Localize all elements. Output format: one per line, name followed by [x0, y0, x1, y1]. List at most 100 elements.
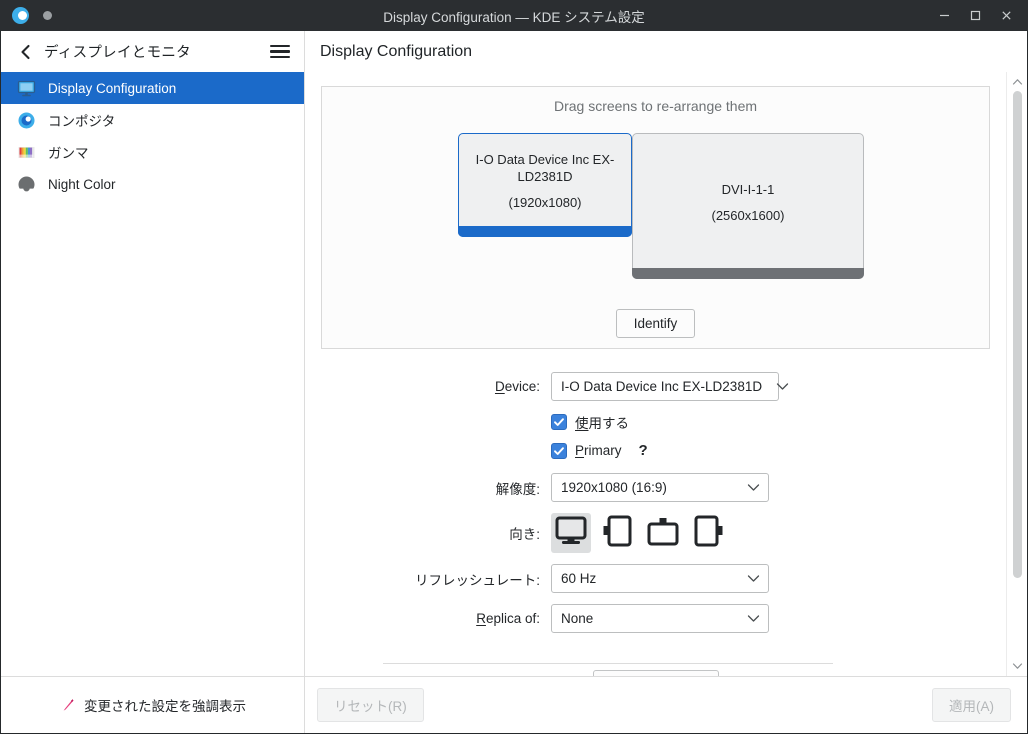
sidebar-list: Display Configuration コンポジタ ガンマ Night Co… — [1, 72, 304, 676]
window-body: ディスプレイとモニタ Display Configuration コンポジタ ガ… — [1, 31, 1027, 676]
sidebar-item-compositor[interactable]: コンポジタ — [1, 104, 304, 136]
enabled-checkbox[interactable] — [551, 414, 567, 430]
device-label: Device: — [321, 379, 551, 394]
titlebar-left-controls — [0, 7, 52, 24]
monitor-landscape-icon — [555, 516, 587, 551]
night-color-icon — [15, 173, 37, 195]
refresh-rate-label: リフレッシュレート: — [415, 572, 540, 588]
primary-label-rest: rimary — [584, 443, 622, 458]
content-divider — [383, 663, 833, 664]
apply-button[interactable]: 適用(A) — [932, 688, 1011, 722]
primary-row: Primary ? — [321, 442, 990, 459]
monitor-portrait-left-icon — [694, 515, 724, 552]
scrollbar-track[interactable] — [1007, 88, 1027, 660]
drag-hint-text: Drag screens to re-arrange them — [553, 98, 758, 114]
page-title: Display Configuration — [305, 31, 1027, 72]
scroll-down-arrow-icon[interactable] — [1012, 660, 1023, 672]
sidebar: ディスプレイとモニタ Display Configuration コンポジタ ガ… — [1, 31, 305, 676]
close-icon[interactable] — [991, 0, 1022, 31]
device-row: Device: I-O Data Device Inc EX-LD2381D — [321, 372, 990, 401]
primary-label-mnemonic: P — [575, 443, 585, 458]
replica-label-rest: eplica of: — [485, 611, 540, 626]
offscreen-control-partial[interactable] — [592, 670, 719, 676]
orientation-row: 向き: — [321, 513, 990, 553]
minimize-icon[interactable] — [929, 0, 960, 31]
replica-of-select-value: None — [561, 611, 594, 626]
footer-bar: 変更された設定を強調表示 リセット(R) 適用(A) — [1, 676, 1027, 733]
chevron-down-icon — [733, 483, 760, 492]
orientation-label: 向き: — [509, 527, 540, 542]
screen-base-bar — [458, 226, 632, 237]
titlebar-toggle-icon[interactable] — [12, 7, 29, 24]
device-select-value: I-O Data Device Inc EX-LD2381D — [561, 379, 763, 394]
replica-label-mnemonic: R — [476, 611, 486, 626]
compositor-icon — [15, 109, 37, 131]
refresh-rate-select[interactable]: 60 Hz — [551, 564, 769, 593]
orientation-landscape-button[interactable] — [551, 513, 591, 553]
titlebar-dot-icon[interactable] — [43, 11, 52, 20]
help-icon[interactable]: ? — [639, 442, 648, 459]
identify-button-wrapper: Identify — [322, 309, 989, 338]
primary-checkbox-label[interactable]: Primary — [575, 443, 622, 458]
sidebar-item-label: コンポジタ — [48, 114, 116, 129]
refresh-rate-control: 60 Hz — [551, 564, 769, 593]
maximize-icon[interactable] — [960, 0, 991, 31]
enabled-label-rest: 用する — [588, 416, 630, 431]
display-configuration-window: Display Configuration — KDE システム設定 ディスプレ… — [0, 0, 1028, 734]
content-scroll-wrapper: Drag screens to re-arrange them I-O Data… — [305, 72, 1027, 676]
orientation-button-group — [551, 513, 729, 553]
chevron-down-icon — [762, 382, 789, 391]
replica-of-control: None — [551, 604, 769, 633]
orientation-landscape-flipped-button[interactable] — [643, 513, 683, 553]
footer-actions: リセット(R) 適用(A) — [305, 688, 1027, 722]
scroll-up-arrow-icon[interactable] — [1012, 76, 1023, 88]
gamma-icon — [15, 141, 37, 163]
screen-thumb-primary[interactable]: I-O Data Device Inc EX-LD2381D (1920x108… — [458, 133, 632, 237]
window-titlebar: Display Configuration — KDE システム設定 — [0, 0, 1028, 31]
screen-base-bar — [632, 268, 864, 279]
chevron-down-icon — [733, 614, 760, 623]
primary-checkbox[interactable] — [551, 442, 567, 459]
screen-resolution: (2560x1600) — [711, 207, 785, 223]
screen-canvas[interactable]: I-O Data Device Inc EX-LD2381D (1920x108… — [322, 120, 989, 305]
sidebar-item-label: Night Color — [48, 176, 116, 192]
scrollbar-thumb[interactable] — [1012, 91, 1022, 578]
replica-of-select[interactable]: None — [551, 604, 769, 633]
orientation-portrait-left-button[interactable] — [689, 513, 729, 553]
screen-name: I-O Data Device Inc EX-LD2381D — [475, 152, 615, 184]
sidebar-item-gamma[interactable]: ガンマ — [1, 136, 304, 168]
reset-button[interactable]: リセット(R) — [317, 688, 424, 722]
enabled-checkbox-label[interactable]: 使用する — [575, 412, 629, 432]
identify-button[interactable]: Identify — [615, 309, 696, 338]
window-title: Display Configuration — KDE システム設定 — [383, 9, 645, 25]
highlight-changed-settings-button[interactable]: 変更された設定を強調表示 — [1, 677, 305, 733]
refresh-rate-select-value: 60 Hz — [561, 571, 597, 586]
monitor-icon — [15, 77, 37, 99]
resolution-select[interactable]: 1920x1080 (16:9) — [551, 473, 769, 502]
highlight-changed-settings-label: 変更された設定を強調表示 — [84, 699, 246, 714]
sidebar-item-display-configuration[interactable]: Display Configuration — [1, 72, 304, 104]
screen-thumb-secondary[interactable]: DVI-I-1-1 (2560x1600) — [632, 133, 864, 279]
replica-of-label: Replica of: — [321, 611, 551, 626]
device-select[interactable]: I-O Data Device Inc EX-LD2381D — [551, 372, 789, 401]
device-label-rest: evice: — [504, 379, 540, 394]
content-scrollbar[interactable] — [1006, 72, 1027, 676]
replica-of-row: Replica of: None — [321, 604, 990, 633]
orientation-portrait-right-button[interactable] — [597, 513, 637, 553]
device-label-mnemonic: D — [494, 379, 505, 394]
sidebar-title: ディスプレイとモニタ — [44, 45, 191, 61]
sidebar-item-night-color[interactable]: Night Color — [1, 168, 304, 200]
screen-resolution: (1920x1080) — [508, 195, 582, 210]
refresh-rate-row: リフレッシュレート: 60 Hz — [321, 564, 990, 593]
resolution-select-value: 1920x1080 (16:9) — [561, 480, 667, 495]
screen-arrangement-area[interactable]: Drag screens to re-arrange them I-O Data… — [321, 86, 990, 349]
screen-name: DVI-I-1-1 — [721, 181, 775, 197]
back-chevron-icon[interactable] — [15, 41, 37, 63]
sidebar-item-label: ガンマ — [48, 146, 89, 161]
hamburger-menu-icon[interactable] — [268, 40, 292, 64]
chevron-down-icon — [733, 574, 760, 583]
resolution-label: 解像度: — [495, 481, 540, 497]
content-body: Drag screens to re-arrange them I-O Data… — [305, 72, 1006, 676]
enabled-label-mnemonic: 使 — [575, 416, 589, 431]
device-control: I-O Data Device Inc EX-LD2381D — [551, 372, 789, 401]
